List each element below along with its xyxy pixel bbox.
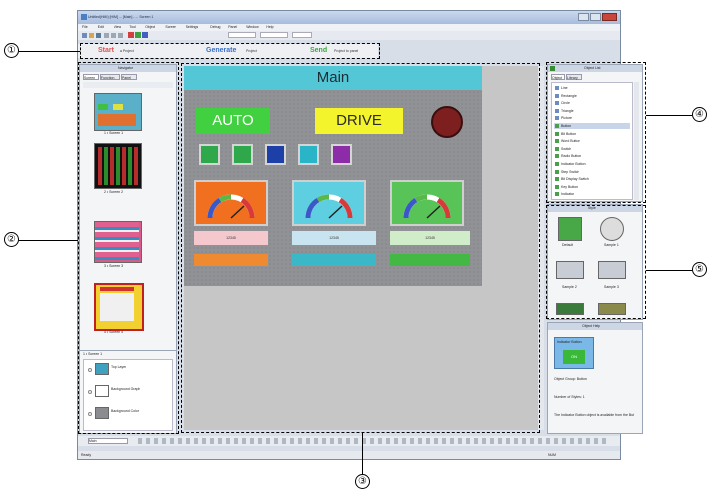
callout-4: ④	[692, 107, 707, 122]
callout-3-line	[362, 433, 363, 474]
language-select[interactable]	[228, 32, 256, 38]
callout-2-line	[19, 240, 78, 241]
open-icon[interactable]	[89, 33, 94, 38]
callout-3: ③	[355, 474, 370, 489]
callout-5-line	[646, 270, 692, 271]
screen-toolbar: Main	[78, 436, 620, 446]
help-text-styles: Number of Styles: 1	[554, 395, 585, 399]
status-bar: Ready NUM	[78, 451, 620, 459]
object-help-title: Object Help	[582, 324, 601, 328]
preview-caption: Indicator Button	[557, 340, 582, 344]
callout-1: ①	[4, 43, 19, 58]
region-style	[546, 205, 646, 319]
menu-bar: File Edit View Tool Object Screen Settings Debu…	[78, 24, 620, 31]
menu-item-help[interactable]: Help	[266, 25, 273, 29]
title-bar: Untitled(HMI) [HIM] ... [Main] - ... Scr…	[78, 11, 620, 24]
help-text-group: Object Group: Button	[554, 377, 587, 381]
screen-select[interactable]: Main	[88, 438, 128, 444]
object-help-header: Object Help	[548, 323, 642, 330]
menu-item-edit[interactable]: Edit	[98, 25, 104, 29]
status-text: Ready	[81, 453, 92, 457]
app-icon	[81, 14, 87, 20]
zoom-select[interactable]	[292, 32, 312, 38]
object-help-preview: Indicator Button ON	[554, 337, 594, 369]
callout-5: ⑤	[692, 262, 707, 277]
region-navigator	[78, 62, 179, 434]
state-select[interactable]	[260, 32, 288, 38]
paste-icon[interactable]	[118, 33, 123, 38]
status-num: NUM	[548, 453, 556, 457]
minimize-button[interactable]	[578, 13, 589, 21]
save-icon[interactable]	[96, 33, 101, 38]
region-object-list	[546, 62, 646, 203]
menu-item-screen[interactable]: Screen	[165, 25, 176, 29]
maximize-button[interactable]	[590, 13, 601, 21]
window-title: Untitled(HMI) [HIM] ... [Main] - ... Scr…	[88, 15, 154, 19]
close-button[interactable]	[602, 13, 617, 21]
new-icon[interactable]	[82, 33, 87, 38]
help-text-desc: The Indicator Button object is available…	[554, 413, 634, 417]
menu-item-tool[interactable]: Tool	[129, 25, 135, 29]
region-step-bar	[80, 43, 380, 59]
toolbar	[78, 31, 620, 40]
layout-tools[interactable]	[138, 438, 608, 444]
menu-item-window[interactable]: Window	[246, 25, 258, 29]
callout-1-line	[19, 51, 80, 52]
cut-icon[interactable]	[104, 33, 109, 38]
callout-2: ②	[4, 232, 19, 247]
preview-button: ON	[563, 350, 585, 364]
compile-icon[interactable]	[135, 32, 141, 38]
menu-item-panel[interactable]: Panel	[228, 25, 237, 29]
menu-item-object[interactable]: Object	[145, 25, 155, 29]
menu-item-file[interactable]: File	[82, 25, 88, 29]
region-canvas	[181, 63, 540, 433]
callout-4-line	[646, 115, 692, 116]
menu-item-settings[interactable]: Settings	[186, 25, 199, 29]
menu-item-debug[interactable]: Debug	[210, 25, 220, 29]
object-help-panel: Object Help Indicator Button ON Object G…	[547, 322, 643, 434]
transfer-icon[interactable]	[142, 32, 148, 38]
copy-icon[interactable]	[111, 33, 116, 38]
run-icon[interactable]	[128, 32, 134, 38]
menu-item-view[interactable]: View	[114, 25, 122, 29]
